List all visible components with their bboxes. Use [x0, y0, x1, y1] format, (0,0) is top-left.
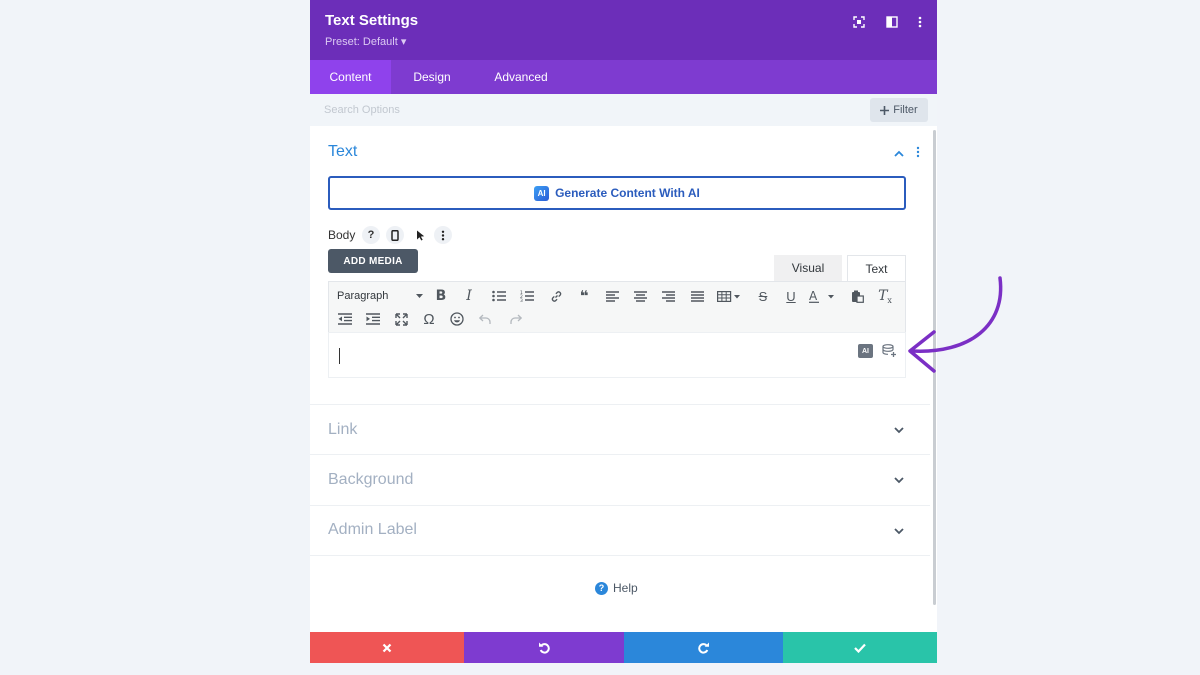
- omega-icon[interactable]: Ω: [419, 309, 439, 329]
- editor-tab-text[interactable]: Text: [847, 255, 906, 281]
- paste-icon[interactable]: [847, 286, 867, 306]
- paragraph-format-select[interactable]: Paragraph: [337, 286, 423, 306]
- undo-button[interactable]: [464, 632, 624, 663]
- generate-ai-button[interactable]: AI Generate Content With AI: [328, 176, 906, 210]
- settings-tabs: Content Design Advanced: [310, 60, 937, 94]
- help-question-icon[interactable]: ?: [362, 226, 380, 244]
- modal-title: Text Settings: [325, 12, 419, 29]
- save-button[interactable]: [783, 632, 937, 663]
- split-view-icon[interactable]: [884, 14, 900, 30]
- align-center-icon[interactable]: [630, 286, 650, 306]
- preset-dropdown[interactable]: Preset: Default ▾: [325, 35, 406, 48]
- emoji-icon[interactable]: [447, 309, 467, 329]
- more-vertical-icon[interactable]: [912, 14, 928, 30]
- section-menu-icon[interactable]: [914, 145, 922, 159]
- settings-modal: Text Settings Preset: Default ▾ Content …: [310, 0, 937, 663]
- table-icon[interactable]: [715, 286, 743, 306]
- chevron-down-icon[interactable]: [892, 525, 906, 537]
- section-title-background[interactable]: Background: [328, 471, 413, 489]
- paragraph-format-label: Paragraph: [337, 290, 389, 302]
- tab-design[interactable]: Design: [402, 60, 462, 94]
- ai-badge-icon: AI: [534, 185, 550, 201]
- help-label: Help: [613, 581, 638, 595]
- underline-icon[interactable]: U: [781, 286, 801, 306]
- section-divider: [310, 454, 930, 455]
- tab-advanced[interactable]: Advanced: [484, 60, 558, 94]
- redo-icon[interactable]: [506, 309, 526, 329]
- text-editor-area[interactable]: AI: [328, 332, 906, 378]
- dynamic-content-icon[interactable]: [881, 343, 897, 359]
- modal-header: Text Settings Preset: Default ▾: [310, 0, 937, 60]
- help-link[interactable]: ? Help: [595, 581, 638, 595]
- discard-button[interactable]: [310, 632, 464, 663]
- section-title-text[interactable]: Text: [328, 143, 357, 161]
- strikethrough-icon[interactable]: S: [753, 286, 773, 306]
- section-title-admin-label[interactable]: Admin Label: [328, 521, 417, 539]
- annotation-arrow-icon: [908, 276, 1003, 373]
- chevron-up-icon[interactable]: [892, 146, 906, 160]
- chevron-down-icon[interactable]: [892, 474, 906, 486]
- text-caret: [339, 348, 340, 364]
- bullet-list-icon[interactable]: [489, 286, 509, 306]
- close-icon: [382, 643, 392, 652]
- section-divider: [310, 404, 930, 405]
- text-color-icon[interactable]: A: [807, 286, 837, 306]
- add-media-button[interactable]: ADD MEDIA: [328, 249, 418, 273]
- align-right-icon[interactable]: [658, 286, 678, 306]
- editor-ai-icon[interactable]: AI: [858, 344, 873, 358]
- undo-arrow-icon: [538, 642, 550, 654]
- redo-button[interactable]: [624, 632, 783, 663]
- numbered-list-icon[interactable]: 123: [517, 286, 537, 306]
- filter-button[interactable]: Filter: [870, 98, 928, 122]
- tab-content[interactable]: Content: [310, 60, 391, 94]
- blockquote-icon[interactable]: ❝: [574, 286, 594, 306]
- filter-label: Filter: [893, 104, 918, 116]
- bold-icon[interactable]: B: [431, 286, 451, 306]
- section-divider: [310, 555, 930, 556]
- search-bar: [310, 94, 937, 126]
- body-label: Body: [328, 228, 356, 242]
- search-input[interactable]: [324, 100, 844, 120]
- editor-tab-visual[interactable]: Visual: [774, 255, 842, 281]
- section-divider: [310, 505, 930, 506]
- editor-toolbar: Paragraph B I 123 ❝ S U A T x Ω: [328, 281, 906, 332]
- align-justify-icon[interactable]: [687, 286, 707, 306]
- link-icon[interactable]: [546, 286, 566, 306]
- redo-arrow-icon: [698, 642, 709, 654]
- cursor-icon[interactable]: [411, 226, 429, 244]
- outdent-icon[interactable]: [335, 309, 355, 329]
- chevron-down-icon[interactable]: [892, 424, 906, 436]
- svg-text:3: 3: [520, 298, 523, 302]
- caret-down-icon: [416, 294, 423, 298]
- plus-icon: [880, 105, 890, 115]
- indent-icon[interactable]: [363, 309, 383, 329]
- section-title-link[interactable]: Link: [328, 421, 357, 439]
- help-icon: ?: [595, 581, 608, 595]
- fullscreen-icon[interactable]: [391, 309, 411, 329]
- check-icon: [854, 643, 866, 653]
- focus-icon[interactable]: [851, 14, 867, 30]
- svg-text:A: A: [809, 290, 818, 303]
- mobile-icon[interactable]: [386, 226, 404, 244]
- undo-icon[interactable]: [475, 309, 495, 329]
- clear-format-icon[interactable]: Tx: [875, 286, 895, 306]
- italic-icon[interactable]: I: [459, 286, 479, 306]
- generate-ai-label: Generate Content With AI: [555, 186, 700, 200]
- align-left-icon[interactable]: [602, 286, 622, 306]
- more-options-icon[interactable]: [434, 226, 452, 244]
